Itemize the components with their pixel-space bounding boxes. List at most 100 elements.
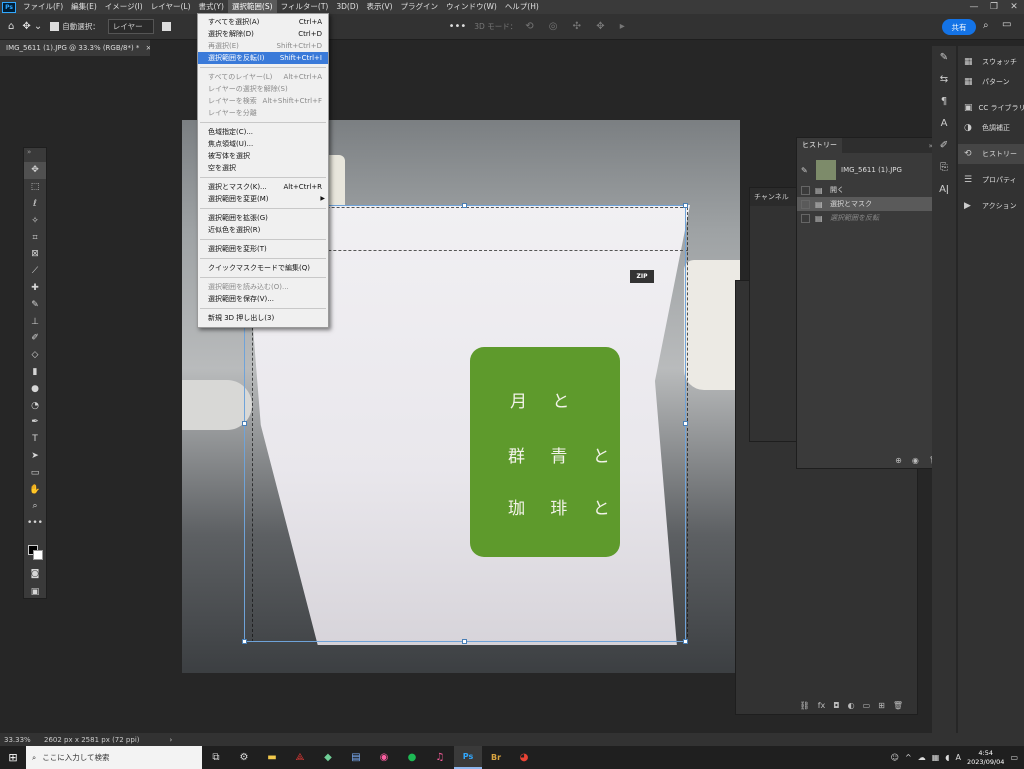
- quick-mask-icon[interactable]: ◙: [24, 566, 46, 583]
- dock-item[interactable]: ▦ スウォッチ: [958, 52, 1024, 72]
- eraser-icon[interactable]: ◇: [24, 347, 46, 364]
- channels-tab[interactable]: チャンネル: [750, 188, 800, 206]
- path-select-icon[interactable]: ➤: [24, 448, 46, 465]
- select-menu-item[interactable]: 近似色を選択(R): [198, 224, 328, 236]
- app-icon-green[interactable]: ◆: [314, 746, 342, 769]
- clock[interactable]: 4:54 2023/09/04: [967, 749, 1004, 767]
- menu-6[interactable]: フィルター(T): [277, 0, 333, 14]
- select-menu-item[interactable]: 空を選択: [198, 162, 328, 174]
- transform-handle[interactable]: [683, 203, 688, 208]
- select-menu-item[interactable]: 焦点領域(U)...: [198, 138, 328, 150]
- dodge-icon[interactable]: ◔: [24, 397, 46, 414]
- brush-icon[interactable]: ✎: [24, 296, 46, 313]
- clone-source-icon[interactable]: ⎘: [932, 156, 956, 178]
- itunes-icon[interactable]: ♫: [426, 746, 454, 769]
- spotify-icon[interactable]: ●: [398, 746, 426, 769]
- stamp-icon[interactable]: ⊥: [24, 313, 46, 330]
- dock-item[interactable]: ▣ CC ライブラリ: [958, 98, 1024, 118]
- magic-wand-icon[interactable]: ✧: [24, 212, 46, 229]
- chevron-up-icon[interactable]: ^: [905, 753, 912, 762]
- volume-icon[interactable]: ◖: [945, 753, 949, 762]
- select-menu-item[interactable]: すべてを選択(A) Ctrl+A: [198, 16, 328, 28]
- brush-icon[interactable]: ✐: [932, 134, 956, 156]
- move-tool-icon[interactable]: ✥ ⌄: [22, 21, 42, 32]
- select-menu-item[interactable]: 選択範囲を反転(I) Shift+Ctrl+I: [198, 52, 328, 64]
- app-icon-blue[interactable]: ▤: [342, 746, 370, 769]
- menu-8[interactable]: 表示(V): [363, 0, 397, 14]
- menu-2[interactable]: イメージ(I): [101, 0, 147, 14]
- transform-handle[interactable]: [462, 639, 467, 644]
- dock-item[interactable]: ▶ アクション: [958, 196, 1024, 216]
- trash-icon[interactable]: 🗑: [893, 701, 903, 710]
- marquee-icon[interactable]: ⬚: [24, 179, 46, 196]
- transform-handle[interactable]: [242, 421, 247, 426]
- settings-icon[interactable]: ⚙: [230, 746, 258, 769]
- notification-icon[interactable]: ▭: [1010, 753, 1018, 762]
- bridge-icon[interactable]: Br: [482, 746, 510, 769]
- zoom-level[interactable]: 33.33%: [0, 736, 38, 744]
- screen-mode-icon[interactable]: ▣: [24, 584, 46, 601]
- menu-4[interactable]: 書式(Y): [195, 0, 228, 14]
- workspace-icon[interactable]: ▭: [1002, 19, 1011, 30]
- link-icon[interactable]: ⛓: [800, 701, 810, 710]
- select-menu-item[interactable]: 選択範囲を拡張(G): [198, 212, 328, 224]
- transform-controls-checkbox[interactable]: [161, 22, 174, 31]
- cloud-icon[interactable]: ☁: [918, 753, 926, 762]
- transform-handle[interactable]: [462, 203, 467, 208]
- menu-10[interactable]: ウィンドウ(W): [442, 0, 501, 14]
- menu-5[interactable]: 選択範囲(S): [227, 0, 277, 14]
- dock-item[interactable]: ⟲ ヒストリー: [958, 144, 1024, 164]
- transform-handle[interactable]: [242, 639, 247, 644]
- history-snapshot[interactable]: ✎ IMG_5611 (1).JPG: [797, 157, 945, 183]
- document-tab[interactable]: IMG_5611 (1).JPG @ 33.3% (RGB/8*) * ×: [0, 40, 150, 56]
- select-menu-item[interactable]: 色域指定(C)...: [198, 126, 328, 138]
- history-tab[interactable]: ヒストリー: [797, 138, 842, 153]
- select-menu-item[interactable]: 選択を解除(D) Ctrl+D: [198, 28, 328, 40]
- pen-icon[interactable]: ✒: [24, 414, 46, 431]
- toolbar-collapse-icon[interactable]: »: [24, 148, 46, 162]
- auto-select-checkbox[interactable]: 自動選択：: [50, 21, 100, 32]
- gradient-icon[interactable]: ▮: [24, 364, 46, 381]
- close-tab-icon[interactable]: ×: [146, 44, 150, 52]
- chrome-icon[interactable]: ◕: [510, 746, 538, 769]
- select-menu-item[interactable]: 選択範囲を変形(T): [198, 243, 328, 255]
- select-menu-item[interactable]: 選択範囲を保存(V)...: [198, 293, 328, 305]
- menu-1[interactable]: 編集(E): [67, 0, 101, 14]
- restore-icon[interactable]: ❐: [984, 2, 1004, 12]
- paragraph-icon[interactable]: ¶: [932, 90, 956, 112]
- select-menu-item[interactable]: クイックマスクモードで編集(Q): [198, 262, 328, 274]
- dock-item[interactable]: ▦ パターン: [958, 72, 1024, 92]
- history-state[interactable]: ▤ 選択とマスク: [797, 197, 945, 211]
- zoom-icon[interactable]: ⌕: [24, 498, 46, 515]
- eyedropper-icon[interactable]: ⟋: [24, 263, 46, 280]
- type-icon[interactable]: T: [24, 431, 46, 448]
- app-icon-pink[interactable]: ◉: [370, 746, 398, 769]
- menu-11[interactable]: ヘルプ(H): [501, 0, 543, 14]
- menu-3[interactable]: レイヤー(L): [147, 0, 195, 14]
- crop-icon[interactable]: ⌗: [24, 229, 46, 246]
- new-document-icon[interactable]: ⊕: [895, 456, 902, 465]
- history-brush-checkbox[interactable]: [801, 185, 810, 195]
- select-menu-item[interactable]: 選択範囲を変更(M) ▶: [198, 193, 328, 205]
- camera-icon[interactable]: ◉: [912, 456, 919, 465]
- people-icon[interactable]: ☺: [891, 753, 899, 762]
- minimize-icon[interactable]: —: [964, 2, 984, 12]
- brush-settings-icon[interactable]: ✎: [932, 46, 956, 68]
- search-icon[interactable]: ⌕: [983, 20, 989, 31]
- 3d-tools[interactable]: ⟲ ◎ ✣ ✥ ▸: [525, 21, 631, 32]
- more-icon[interactable]: •••: [24, 515, 46, 532]
- task-view-icon[interactable]: ⧉: [202, 746, 230, 769]
- file-explorer-icon[interactable]: ▬: [258, 746, 286, 769]
- menu-9[interactable]: プラグイン: [397, 0, 443, 14]
- adjustment-icon[interactable]: ◐: [848, 701, 855, 710]
- menu-7[interactable]: 3D(D): [332, 0, 362, 14]
- history-brush-icon[interactable]: ✐: [24, 330, 46, 347]
- fx-icon[interactable]: fx: [818, 701, 826, 710]
- character-icon[interactable]: A: [932, 112, 956, 134]
- close-icon[interactable]: ✕: [1004, 2, 1024, 12]
- taskbar-search[interactable]: ⌕ ここに入力して検索: [26, 746, 202, 769]
- select-menu-item[interactable]: 選択とマスク(K)... Alt+Ctrl+R: [198, 181, 328, 193]
- frame-icon[interactable]: ⊠: [24, 246, 46, 263]
- mask-icon[interactable]: ◘: [833, 701, 839, 710]
- network-icon[interactable]: ▦: [932, 753, 940, 762]
